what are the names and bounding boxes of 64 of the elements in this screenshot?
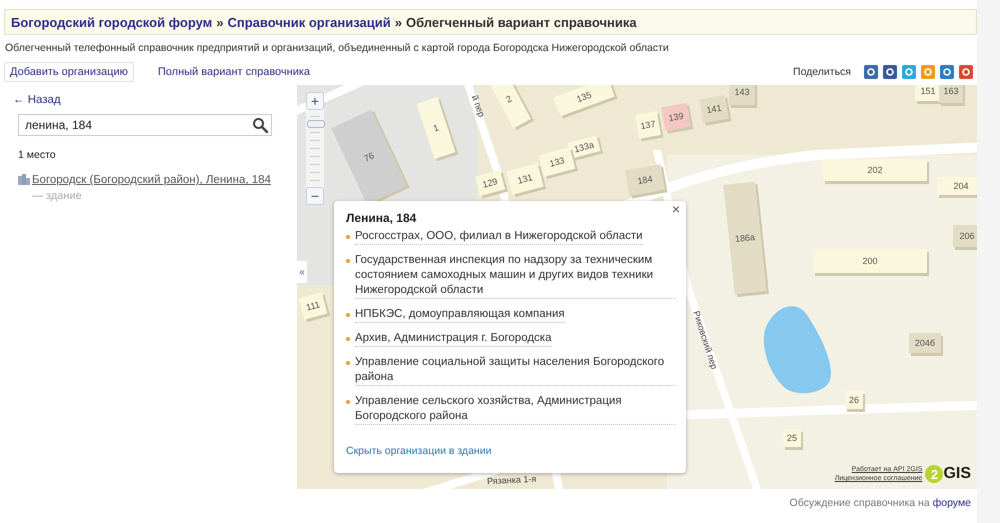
building-icon (18, 174, 30, 185)
street-name: й пер (470, 94, 487, 118)
close-button[interactable]: × (670, 201, 682, 217)
share-icon[interactable] (959, 65, 973, 79)
share-icon[interactable] (864, 65, 878, 79)
address-link[interactable]: Богородск (Богородский район), Ленина, 184 (32, 174, 271, 186)
search-result: Богородск (Богородский район), Ленина, 184 — здание (32, 173, 272, 204)
collapse-panel-button[interactable]: « (297, 261, 307, 283)
back-link[interactable]: ← Назад (13, 94, 297, 106)
share-label: Поделиться (793, 66, 851, 78)
building-number[interactable]: 204 (937, 177, 977, 195)
building-number[interactable]: 25 (783, 429, 801, 447)
organization-link[interactable]: Росгосстрах, ООО, филиал в Нижегородской области (355, 229, 643, 245)
building-number[interactable]: 133 (538, 147, 576, 177)
organization-link[interactable]: НПБКЭС, домоуправляющая компания (355, 307, 565, 323)
map[interactable] (297, 85, 977, 489)
map-provider-logo: 2 GIS (925, 465, 971, 483)
result-count: 1 место (18, 149, 57, 161)
building-number[interactable]: 204б (909, 333, 941, 353)
building-number[interactable]: 202 (823, 159, 927, 181)
full-version-link[interactable]: Полный вариант справочника (158, 66, 310, 78)
page-description: Облегченный телефонный справочник предприятий и организаций, объединенный с картой города Богородска Нижегородской области (5, 42, 670, 54)
share-icon[interactable] (940, 65, 954, 79)
building-number[interactable]: 139 (661, 102, 691, 132)
building-number[interactable]: 133а (567, 135, 601, 159)
bullet-icon (346, 235, 350, 239)
breadcrumb-separator: » (394, 14, 402, 30)
building-number[interactable]: 141 (699, 94, 729, 124)
breadcrumb-link[interactable]: Богородский городской форум (11, 14, 212, 30)
hide-organizations-link[interactable]: Скрыть организации в здании (346, 445, 676, 457)
building-number[interactable]: 131 (506, 163, 544, 195)
bullet-icon (346, 337, 350, 341)
building-number[interactable]: 206 (953, 225, 977, 247)
bullet-icon (346, 400, 350, 404)
bullet-icon (346, 259, 350, 263)
search-field[interactable]: ленина, 184 (18, 114, 272, 136)
footer-text: Обсуждение справочника на форуме (790, 497, 971, 509)
breadcrumb-current: Облегченный вариант справочника (406, 14, 637, 30)
zoom-slider-handle[interactable] (307, 120, 325, 128)
building-number[interactable]: 111 (298, 292, 328, 320)
popup-title: Ленина, 184 (346, 211, 418, 225)
building-number[interactable]: 163 (939, 85, 963, 103)
organization-link[interactable]: Управление социальной защиты населения Богородского района (355, 355, 676, 386)
add-organization-button[interactable]: Добавить организацию (4, 62, 134, 82)
building-number[interactable]: 184 (625, 164, 665, 196)
building-number[interactable]: 200 (813, 249, 927, 273)
building-number[interactable]: 26 (845, 391, 863, 409)
organization-link[interactable]: Архив, Администрация г. Богородска (355, 331, 552, 347)
street-name: Рязанка 1-я (486, 474, 536, 486)
zoom-in-button[interactable]: + (306, 92, 324, 110)
building-number[interactable]: 151 (915, 85, 941, 101)
building-number[interactable]: 143 (729, 85, 755, 105)
breadcrumb-separator: » (216, 14, 224, 30)
bullet-icon (346, 313, 350, 317)
building-number[interactable]: 137 (635, 111, 661, 139)
building-number[interactable]: 135 (553, 85, 615, 116)
share-icon[interactable] (883, 65, 897, 79)
zoom-out-button[interactable]: − (306, 187, 324, 205)
organization-link[interactable]: Управление сельского хозяйства, Администрация Богородского района (355, 394, 676, 425)
bullet-icon (346, 361, 350, 365)
breadcrumb-link[interactable]: Справочник организаций (228, 14, 391, 30)
organization-link[interactable]: Государственная инспекция по надзору за техническим состоянием самоходных машин и других видов техники Нижегородской области (355, 253, 676, 299)
search-icon[interactable] (252, 117, 268, 133)
forum-link[interactable]: форуме (932, 497, 971, 509)
